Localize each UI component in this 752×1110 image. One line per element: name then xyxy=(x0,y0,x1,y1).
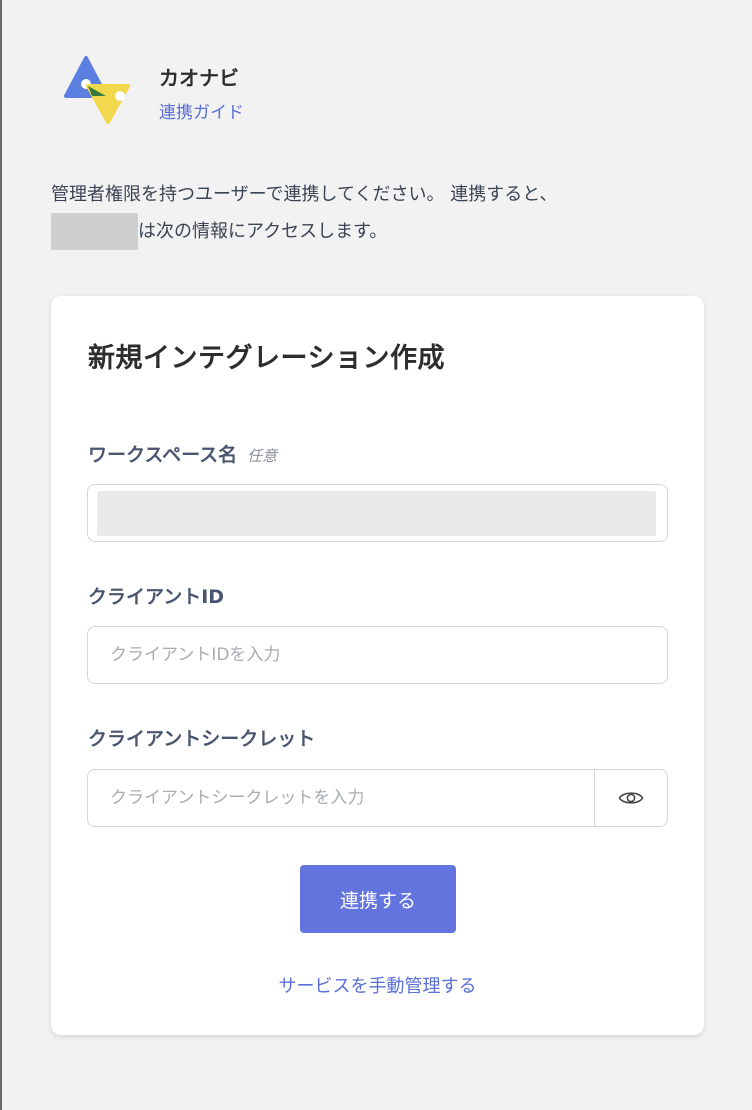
client-id-field-wrapper xyxy=(87,626,668,684)
optional-tag: 任意 xyxy=(247,447,278,465)
client-secret-input-wrapper xyxy=(88,770,595,826)
intro-line-2-text: は次の情報にアクセスします。 xyxy=(138,221,388,242)
window-edge xyxy=(0,0,2,1110)
connect-button[interactable]: 連携する xyxy=(300,865,456,933)
integration-form-card: 新規インテグレーション作成 ワークスペース名 任意 クライアントID クライアント… xyxy=(51,296,704,1035)
form-title: 新規インテグレーション作成 xyxy=(88,343,445,374)
client-secret-label: クライアントシークレット xyxy=(88,728,316,750)
kaonavi-logo xyxy=(64,56,130,124)
redacted-workspace-value xyxy=(97,491,656,536)
workspace-name-label-text: ワークスペース名 xyxy=(88,444,238,466)
intro-text: 管理者権限を持つユーザーで連携してください。 連携すると、 は次の情報にアクセス… xyxy=(51,176,691,250)
manual-management-link[interactable]: サービスを手動管理する xyxy=(51,972,704,998)
eye-icon xyxy=(618,792,644,804)
client-secret-field-wrapper xyxy=(87,769,668,827)
integration-guide-link[interactable]: 連携ガイド xyxy=(159,98,244,123)
app-header: カオナビ 連携ガイド xyxy=(64,56,464,128)
client-id-input[interactable] xyxy=(88,627,667,683)
workspace-name-field[interactable] xyxy=(87,484,668,542)
client-id-label: クライアントID xyxy=(88,586,225,608)
app-name: カオナビ xyxy=(159,66,239,90)
toggle-visibility-button[interactable] xyxy=(594,770,667,826)
workspace-name-label: ワークスペース名 任意 xyxy=(88,440,277,467)
redacted-app-name xyxy=(51,213,138,250)
client-secret-input[interactable] xyxy=(88,770,595,826)
intro-line-1: 管理者権限を持つユーザーで連携してください。 連携すると、 xyxy=(51,184,558,205)
intro-line-2: は次の情報にアクセスします。 xyxy=(51,213,691,250)
